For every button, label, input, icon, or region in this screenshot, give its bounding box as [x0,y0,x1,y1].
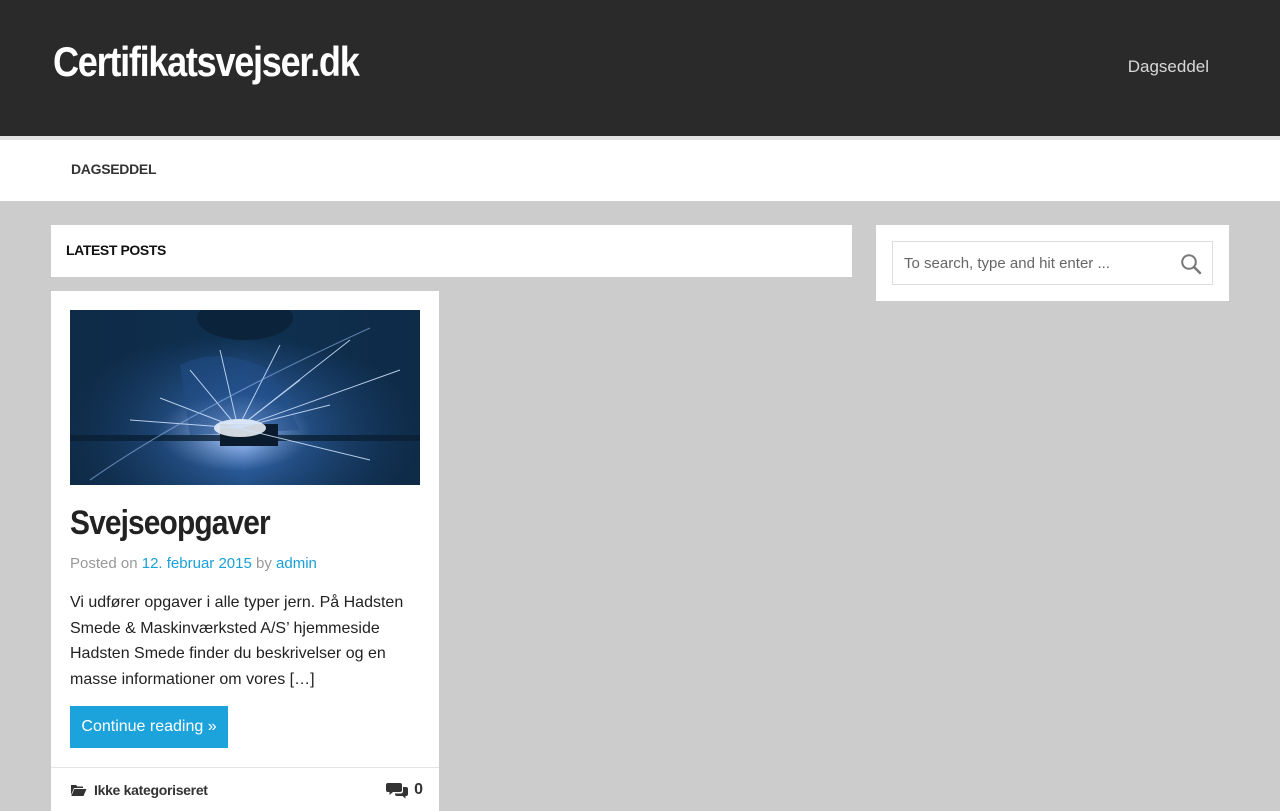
post-date-link[interactable]: 12. februar 2015 [142,555,252,572]
search-icon [1181,254,1202,275]
site-header: Certifikatsvejser.dk Dagseddel [0,0,1280,136]
post-card: Svejseopgaver Posted on 12. februar 2015… [51,291,439,811]
search-form [892,241,1213,285]
comment-count: 0 [414,781,423,798]
main-navigation: DAGSEDDEL [0,140,1280,201]
nav-item-dagseddel[interactable]: DAGSEDDEL [71,161,157,177]
header-link-dagseddel[interactable]: Dagseddel [1128,57,1209,77]
post-title[interactable]: Svejseopgaver [70,504,271,543]
latest-posts-header: LATEST POSTS [51,225,852,277]
welding-photo [70,310,420,485]
card-footer-divider [51,767,439,768]
post-meta: Posted on 12. februar 2015 by admin [70,555,317,572]
posted-on-label: Posted on [70,555,138,572]
by-label: by [256,555,272,572]
post-thumbnail[interactable] [70,310,420,485]
continue-reading-button[interactable]: Continue reading » [70,706,228,748]
post-author-link[interactable]: admin [276,555,317,572]
post-category-label: Ikke kategoriseret [94,782,208,798]
search-input[interactable] [893,242,1173,284]
comments-icon [386,783,409,799]
post-excerpt: Vi udfører opgaver i alle typer jern. På… [70,594,404,689]
post-comments-link[interactable]: 0 [386,781,423,799]
sidebar-search-widget [876,225,1229,301]
section-title: LATEST POSTS [66,242,166,258]
site-title[interactable]: Certifikatsvejser.dk [53,38,360,86]
post-category-link[interactable]: Ikke kategoriseret [70,782,208,798]
search-button[interactable] [1180,253,1202,275]
folder-icon [71,785,87,796]
